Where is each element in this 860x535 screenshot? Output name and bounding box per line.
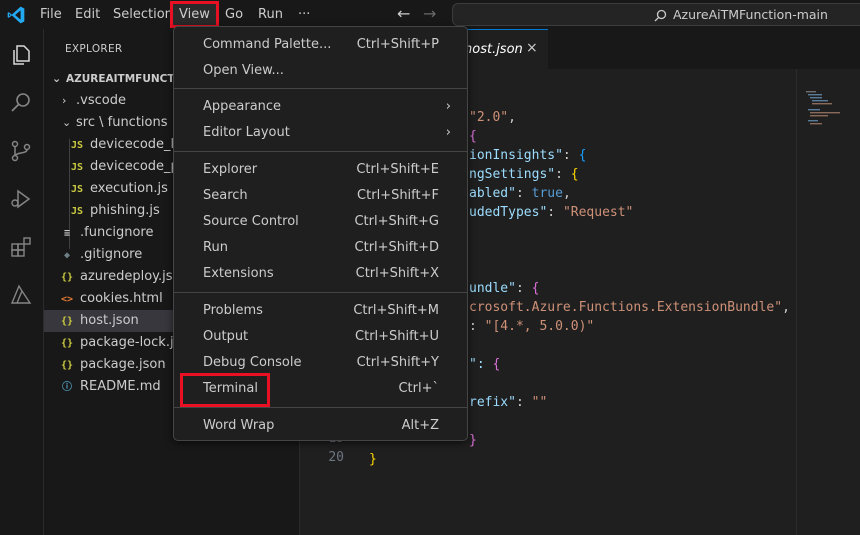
code-line[interactable]: crosoft.Azure.Functions.ExtensionBundle"…: [469, 298, 790, 317]
menu-item-problems[interactable]: Problems Ctrl+Shift+M: [174, 298, 467, 324]
git-icon: ◆: [63, 250, 71, 261]
minimap-divider: [796, 69, 797, 535]
menu-item-output[interactable]: Output Ctrl+Shift+U: [174, 324, 467, 350]
code-line[interactable]: {: [469, 127, 477, 146]
terminal-highlight-box: [180, 373, 270, 407]
menu-item-open-view[interactable]: Open View...: [174, 58, 467, 84]
minimap[interactable]: [800, 89, 856, 129]
menu-item-run[interactable]: Run Ctrl+Shift+D: [174, 235, 467, 261]
tree-item-label: README.md: [80, 379, 161, 394]
search-icon: [654, 9, 667, 22]
menu-file[interactable]: File: [34, 0, 68, 29]
close-icon[interactable]: ×: [526, 40, 538, 56]
chevron-right-icon: ›: [62, 94, 67, 107]
code-line[interactable]: udedTypes": "Request": [469, 203, 633, 222]
menu-item-extensions[interactable]: Extensions Ctrl+Shift+X: [174, 261, 467, 287]
code-line[interactable]: }: [469, 431, 477, 450]
menu-separator: [174, 151, 467, 152]
tree-item-label: phishing.js: [90, 203, 160, 218]
tree-item-label: package-lock.js: [80, 335, 181, 350]
tab-label: host.json: [464, 42, 523, 57]
json-file-icon: {}: [60, 360, 74, 371]
project-header[interactable]: ⌄ AZUREAITMFUNCTIO: [52, 72, 187, 85]
search-icon[interactable]: [9, 91, 33, 115]
azure-icon[interactable]: [9, 283, 33, 307]
tree-item-label: .vscode: [76, 93, 126, 108]
code-line[interactable]: undle": {: [469, 279, 539, 298]
menu-go[interactable]: Go: [219, 0, 249, 29]
json-file-icon: {}: [60, 272, 74, 283]
menu-item-word-wrap[interactable]: Word Wrap Alt+Z: [174, 413, 467, 439]
code-line[interactable]: ngSettings": {: [469, 165, 579, 184]
html-file-icon: <>: [60, 294, 74, 305]
info-icon: ⓘ: [62, 382, 72, 393]
explorer-icon[interactable]: [9, 43, 33, 67]
menu-item-source-control[interactable]: Source Control Ctrl+Shift+G: [174, 209, 467, 235]
project-name: AZUREAITMFUNCTIO: [66, 73, 188, 85]
chevron-down-icon: ⌄: [52, 72, 62, 85]
tree-item-label: package.json: [80, 357, 166, 372]
menu-separator: [174, 88, 467, 89]
command-center-search[interactable]: AzureAiTMFunction-main: [452, 3, 860, 26]
menu-selection[interactable]: Selection: [107, 0, 179, 29]
menu-item-appearance[interactable]: Appearance ›: [174, 94, 467, 120]
menu-more[interactable]: ···: [292, 0, 316, 29]
menu-view[interactable]: View: [170, 1, 219, 28]
menu-run[interactable]: Run: [252, 0, 289, 29]
source-control-icon[interactable]: [9, 139, 33, 163]
back-arrow-icon[interactable]: ←: [397, 4, 410, 23]
menu-item-explorer[interactable]: Explorer Ctrl+Shift+E: [174, 157, 467, 183]
tree-item-label: .funcignore: [80, 225, 154, 240]
line-number: 20: [328, 450, 344, 465]
menu-separator: [174, 407, 467, 408]
js-file-icon: JS: [70, 184, 84, 195]
chevron-down-icon: ⌄: [62, 116, 72, 129]
code-line[interactable]: }: [369, 450, 377, 469]
menu-item-command-palette[interactable]: Command Palette... Ctrl+Shift+P: [174, 32, 467, 58]
code-line[interactable]: ionInsights": {: [469, 146, 586, 165]
menu-item-search[interactable]: Search Ctrl+Shift+F: [174, 183, 467, 209]
extensions-icon[interactable]: [9, 235, 33, 259]
search-text: AzureAiTMFunction-main: [673, 7, 828, 22]
menu-item-editor-layout[interactable]: Editor Layout ›: [174, 120, 467, 146]
code-line[interactable]: abled": true,: [469, 184, 571, 203]
json-file-icon: {}: [60, 338, 74, 349]
tree-item-label: .gitignore: [80, 247, 143, 262]
js-file-icon: JS: [70, 162, 84, 173]
code-line[interactable]: : "[4.*, 5.0.0)": [469, 317, 594, 336]
js-file-icon: JS: [70, 206, 84, 217]
vscode-logo-icon[interactable]: [6, 5, 26, 25]
chevron-right-icon: ›: [445, 125, 451, 140]
title-bar: File Edit Selection View Go Run ··· ← → …: [0, 0, 860, 29]
js-file-icon: JS: [70, 140, 84, 151]
menu-edit[interactable]: Edit: [69, 0, 106, 29]
code-line[interactable]: ": {: [469, 355, 500, 374]
tree-item-label: execution.js: [90, 181, 168, 196]
activity-bar: [0, 29, 44, 535]
tree-item-label: src \ functions: [76, 115, 168, 130]
tree-item-label: host.json: [80, 313, 139, 328]
explorer-title: EXPLORER: [65, 43, 123, 55]
code-line[interactable]: "2.0",: [469, 108, 516, 127]
menu-separator: [174, 292, 467, 293]
code-line[interactable]: refix": "": [469, 393, 547, 412]
json-file-icon: {}: [60, 316, 74, 327]
chevron-right-icon: ›: [445, 99, 451, 114]
file-icon: ≡: [63, 228, 71, 239]
tree-item-label: cookies.html: [80, 291, 163, 306]
run-debug-icon[interactable]: [9, 187, 33, 211]
forward-arrow-icon[interactable]: →: [423, 4, 436, 23]
